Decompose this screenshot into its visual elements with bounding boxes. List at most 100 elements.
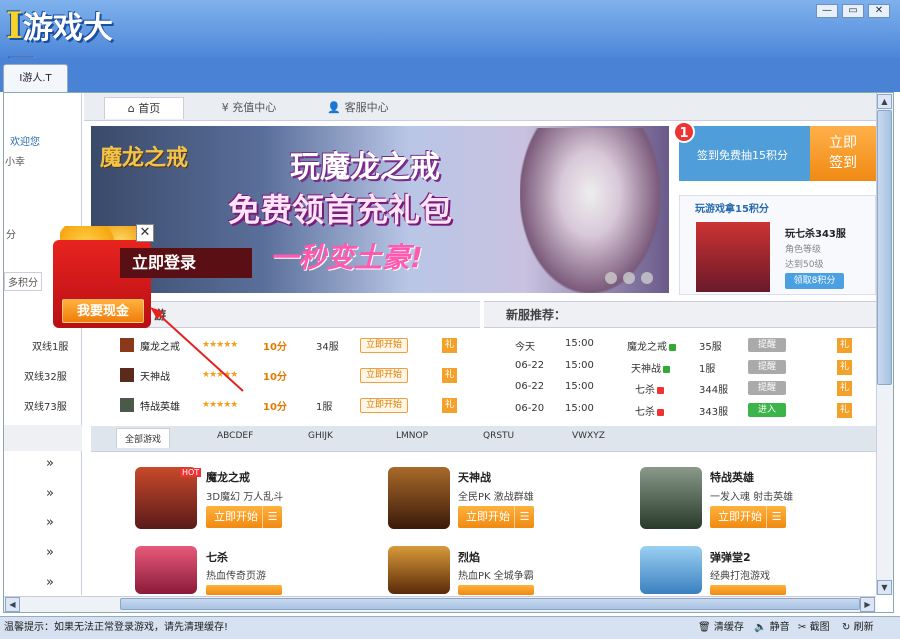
screenshot-button[interactable]: ✂ 截图: [798, 617, 830, 639]
tab-home[interactable]: ⌂ 首页: [104, 97, 184, 119]
left-server-item[interactable]: 双线73服: [24, 398, 67, 413]
pager-dot[interactable]: [605, 272, 617, 284]
filter-tab[interactable]: GHIJK: [308, 431, 333, 441]
game-card-thumbnail[interactable]: [640, 546, 702, 594]
game-name[interactable]: 特战英雄: [140, 398, 180, 413]
rating-stars: ★★★★★: [202, 400, 238, 410]
start-game-button[interactable]: [206, 585, 282, 595]
more-points-button[interactable]: 多积分: [4, 272, 42, 291]
server-game[interactable]: 天神战: [631, 360, 670, 375]
scroll-left-button[interactable]: ◀: [5, 597, 20, 612]
refresh-icon: ↻: [842, 622, 851, 633]
server-game[interactable]: 七杀: [635, 403, 664, 418]
game-card-thumbnail[interactable]: [135, 546, 197, 594]
expand-icon[interactable]: »: [46, 575, 54, 590]
start-button[interactable]: 立即开始: [360, 368, 408, 383]
game-card-title[interactable]: 天神战: [458, 469, 491, 485]
start-game-button[interactable]: [710, 585, 786, 595]
filter-tab[interactable]: LMNOP: [396, 431, 428, 441]
refresh-button[interactable]: ↻ 刷新: [842, 617, 874, 639]
gift-icon[interactable]: 礼: [837, 360, 852, 375]
gift-icon[interactable]: 礼: [837, 403, 852, 418]
yen-icon: ¥: [221, 101, 233, 114]
game-thumbnail[interactable]: [696, 222, 770, 292]
game-card-title[interactable]: 特战英雄: [710, 469, 754, 485]
get-cash-button[interactable]: 我要现金: [62, 299, 144, 323]
tab-recharge[interactable]: ¥ 充值中心: [204, 97, 294, 119]
claim-points-button[interactable]: 领取8积分: [785, 273, 844, 289]
maximize-button[interactable]: ▭: [842, 4, 864, 18]
start-game-button[interactable]: 立即开始 ☰: [710, 506, 786, 528]
remind-button[interactable]: 提醒: [748, 381, 786, 395]
gift-icon[interactable]: 礼: [442, 338, 457, 353]
game-card-thumbnail[interactable]: [388, 467, 450, 529]
remind-button[interactable]: 提醒: [748, 338, 786, 352]
server-time: 15:00: [565, 381, 594, 392]
status-bar: 温馨提示：如果无法正常登录游戏，请先清理缓存! 🗑 清缓存 🔈 静音 ✂ 截图 …: [0, 616, 900, 639]
start-game-button[interactable]: 立即开始 ☰: [206, 506, 282, 528]
server-time: 15:00: [565, 360, 594, 371]
close-popup-button[interactable]: ✕: [136, 224, 154, 242]
start-game-button[interactable]: 立即开始 ☰: [458, 506, 534, 528]
pager-dot[interactable]: [641, 272, 653, 284]
pager-dot[interactable]: [623, 272, 635, 284]
game-score: 10分: [263, 342, 287, 353]
game-card-thumbnail[interactable]: [388, 546, 450, 594]
filter-tab-all[interactable]: 全部游戏: [116, 428, 171, 448]
expand-icon[interactable]: »: [46, 515, 54, 530]
filter-tab[interactable]: QRSTU: [483, 431, 514, 441]
remind-button[interactable]: 提醒: [748, 360, 786, 374]
start-game-button[interactable]: [458, 585, 534, 595]
play-earn-sub1: 角色等级: [785, 245, 822, 255]
server-game[interactable]: 魔龙之戒: [627, 338, 676, 353]
username: 小幸: [5, 157, 25, 168]
gift-icon[interactable]: 礼: [837, 338, 852, 353]
server-number: 35服: [699, 342, 722, 353]
horizontal-scroll-thumb[interactable]: [120, 598, 860, 610]
game-card-title[interactable]: 七杀: [206, 549, 228, 565]
server-game[interactable]: 七杀: [635, 381, 664, 396]
left-server-item[interactable]: 双线1服: [32, 338, 68, 353]
expand-icon[interactable]: »: [46, 486, 54, 501]
user-icon: 👤: [327, 101, 345, 114]
scroll-down-button[interactable]: ▼: [877, 580, 892, 595]
expand-icon[interactable]: »: [46, 456, 54, 471]
game-card-thumbnail[interactable]: [640, 467, 702, 529]
gift-icon[interactable]: 礼: [837, 381, 852, 396]
checkin-button[interactable]: 立即 签到: [810, 126, 876, 181]
game-icon: [120, 368, 134, 382]
game-card-title[interactable]: 弹弹堂2: [710, 549, 751, 565]
left-server-item[interactable]: 双线32服: [24, 368, 67, 383]
game-card-title[interactable]: 烈焰: [458, 549, 480, 565]
server-date: 今天: [515, 342, 535, 353]
banner-game-logo: 魔龙之戒: [100, 146, 189, 171]
start-button[interactable]: 立即开始: [360, 398, 408, 413]
expand-icon[interactable]: »: [46, 545, 54, 560]
gift-icon[interactable]: 礼: [442, 368, 457, 383]
clear-cache-button[interactable]: 🗑 清缓存: [698, 617, 744, 639]
scroll-up-button[interactable]: ▲: [877, 94, 892, 109]
enter-button[interactable]: 进入: [748, 403, 786, 417]
list-icon[interactable]: ☰: [262, 506, 282, 528]
filter-tab[interactable]: VWXYZ: [572, 431, 605, 441]
list-icon[interactable]: ☰: [766, 506, 786, 528]
close-button[interactable]: ✕: [868, 4, 890, 18]
filter-tab[interactable]: ABCDEF: [217, 431, 253, 441]
mute-button[interactable]: 🔈 静音: [754, 617, 790, 639]
home-icon: ⌂: [127, 102, 139, 115]
game-score: 10分: [263, 372, 287, 383]
server-date: 06-22: [515, 381, 545, 392]
game-icon: [120, 398, 134, 412]
list-icon[interactable]: ☰: [514, 506, 534, 528]
gift-icon[interactable]: 礼: [442, 398, 457, 413]
tab-main[interactable]: I游人.T: [3, 64, 68, 94]
scroll-right-button[interactable]: ▶: [860, 597, 875, 612]
vertical-scroll-thumb[interactable]: [877, 110, 892, 385]
hot-icon: [657, 386, 664, 394]
tab-service[interactable]: 👤 客服中心: [318, 97, 398, 119]
login-banner[interactable]: 立即登录: [120, 248, 252, 278]
start-button[interactable]: 立即开始: [360, 338, 408, 353]
minimize-button[interactable]: —: [816, 4, 838, 18]
game-card-title[interactable]: 魔龙之戒: [206, 469, 250, 485]
game-card-desc: 一发入魂 射击英雄: [710, 492, 794, 503]
